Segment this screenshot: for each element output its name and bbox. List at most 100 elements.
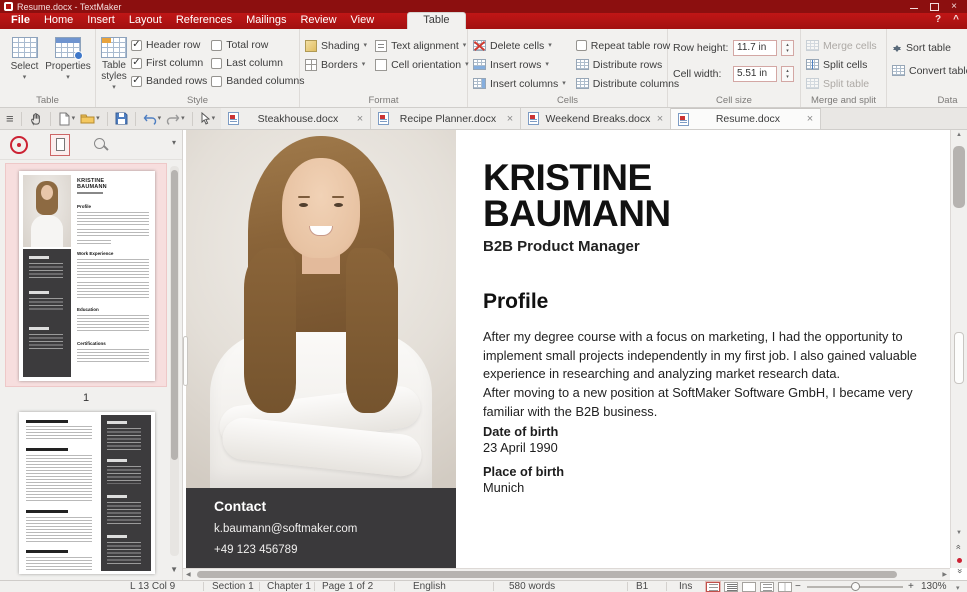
tab-table-context[interactable]: Table	[407, 12, 465, 29]
spin-down-icon[interactable]: ▾	[786, 74, 789, 80]
menu-references[interactable]: References	[169, 13, 239, 29]
view-book-icon[interactable]	[778, 582, 792, 592]
checkbox[interactable]: ✓	[131, 76, 142, 87]
language-indicator[interactable]: English	[413, 581, 446, 592]
open-document-button[interactable]: ▾	[80, 112, 100, 125]
close-tab-icon[interactable]: ×	[507, 113, 513, 125]
scroll-down-icon[interactable]: ▼	[951, 530, 967, 536]
zoom-level[interactable]: 130%	[921, 581, 947, 592]
cursor-position[interactable]: L 13 Col 9	[130, 581, 175, 592]
spin-down-icon[interactable]: ▾	[786, 48, 789, 54]
checkbox[interactable]: ✓	[211, 58, 222, 69]
close-tab-icon[interactable]: ×	[357, 113, 363, 125]
insert-rows-button[interactable]: Insert rows ▾	[473, 57, 566, 72]
menu-layout[interactable]: Layout	[122, 13, 169, 29]
zoom-in-button[interactable]: +	[908, 581, 914, 592]
pan-hand-button[interactable]	[29, 112, 43, 126]
select-button[interactable]: Select ▾	[5, 34, 44, 80]
page-indicator[interactable]: Page 1 of 2	[322, 581, 373, 592]
tab-resume[interactable]: Resume.docx ×	[671, 108, 821, 129]
view-master-icon[interactable]	[760, 582, 774, 592]
total-row-checkbox[interactable]: ✓ Total row	[211, 36, 304, 54]
cell-width-stepper[interactable]: ▴ ▾	[781, 66, 794, 82]
select-mode-button[interactable]: ▾	[200, 112, 216, 125]
first-column-checkbox[interactable]: ✓ First column	[131, 54, 207, 72]
shading-button[interactable]: Shading ▾	[305, 38, 367, 53]
close-window-button[interactable]: ×	[949, 2, 959, 11]
table-styles-button[interactable]: Table styles ▾	[101, 34, 127, 90]
sidebar-scrollbar-thumb[interactable]	[171, 170, 178, 460]
document-canvas[interactable]: Contact k.baumann@softmaker.com +49 123 …	[183, 130, 967, 580]
row-height-input[interactable]	[733, 40, 777, 56]
vertical-scrollbar-thumb[interactable]	[953, 146, 965, 208]
tab-steakhouse[interactable]: Steakhouse.docx ×	[221, 108, 371, 129]
next-page-icon[interactable]: «	[954, 563, 964, 579]
vertical-scrollbar[interactable]: ▲ ▼ « «	[950, 130, 967, 568]
zoom-options-dropdown[interactable]: ▾	[956, 583, 960, 592]
insert-mode-indicator[interactable]: Ins	[679, 581, 692, 592]
menu-file[interactable]: File	[4, 13, 37, 29]
zoom-slider-handle[interactable]	[851, 582, 860, 591]
cell-width-input[interactable]	[733, 66, 777, 82]
tab-weekend-breaks[interactable]: Weekend Breaks.docx ×	[521, 108, 671, 129]
last-column-checkbox[interactable]: ✓ Last column	[211, 54, 304, 72]
section-indicator[interactable]: Section 1	[212, 581, 254, 592]
scroll-right-icon[interactable]: ▶	[942, 571, 947, 578]
text-alignment-button[interactable]: Text alignment ▾	[375, 38, 469, 53]
close-tab-icon[interactable]: ×	[657, 113, 663, 125]
zoom-out-button[interactable]: −	[795, 581, 801, 592]
sidebar-menu-button[interactable]: ≡	[6, 112, 14, 126]
scroll-up-icon[interactable]: ▲	[951, 132, 967, 138]
insert-columns-button[interactable]: Insert columns ▾	[473, 76, 566, 91]
navigator-icon[interactable]	[10, 136, 28, 154]
checkbox[interactable]: ✓	[131, 58, 142, 69]
close-tab-icon[interactable]: ×	[807, 113, 813, 125]
menu-view[interactable]: View	[344, 13, 382, 29]
sidebar-scrollbar[interactable]	[170, 166, 179, 556]
repeat-table-row-checkbox[interactable]: ✓ Repeat table row	[576, 38, 679, 53]
cell-orientation-button[interactable]: Cell orientation ▾	[375, 57, 469, 72]
help-button[interactable]: ?	[935, 14, 941, 25]
chevron-down-icon[interactable]: ▾	[158, 116, 162, 121]
page-thumbnails-icon[interactable]	[50, 134, 70, 156]
chevron-down-icon[interactable]: ▾	[212, 116, 216, 121]
page-1-thumbnail[interactable]: KRISTINE BAUMANN Profile Work Experience…	[5, 163, 167, 387]
menu-insert[interactable]: Insert	[80, 13, 122, 29]
horizontal-scrollbar[interactable]: ◀ ▶	[183, 568, 950, 580]
maximize-button[interactable]	[929, 2, 939, 11]
sidebar-splitter-handle[interactable]	[183, 336, 188, 386]
chevron-down-icon[interactable]: ▾	[181, 116, 185, 121]
sidebar-options-dropdown[interactable]: ▾	[172, 138, 176, 147]
word-count[interactable]: 580 words	[509, 581, 555, 592]
redo-button[interactable]: ▾	[166, 113, 185, 125]
checkbox[interactable]: ✓	[131, 40, 142, 51]
checkbox[interactable]: ✓	[211, 76, 222, 87]
horizontal-scrollbar-thumb[interactable]	[197, 571, 897, 578]
cell-reference[interactable]: B1	[636, 581, 648, 592]
distribute-rows-button[interactable]: Distribute rows	[576, 57, 679, 72]
view-continuous-icon[interactable]	[724, 582, 738, 592]
properties-button[interactable]: Properties ▾	[46, 34, 90, 80]
search-icon[interactable]	[92, 136, 110, 154]
row-height-stepper[interactable]: ▴ ▾	[781, 40, 794, 56]
page-2-thumbnail[interactable]	[19, 412, 155, 574]
header-row-checkbox[interactable]: ✓ Header row	[131, 36, 207, 54]
tab-recipe-planner[interactable]: Recipe Planner.docx ×	[371, 108, 521, 129]
undo-button[interactable]: ▾	[143, 113, 162, 125]
sidebar-scroll-down-icon[interactable]: ▼	[170, 565, 178, 574]
chevron-down-icon[interactable]: ▾	[72, 116, 76, 121]
banded-columns-checkbox[interactable]: ✓ Banded columns	[211, 72, 304, 90]
menu-review[interactable]: Review	[293, 13, 343, 29]
chevron-down-icon[interactable]: ▾	[96, 116, 100, 121]
banded-rows-checkbox[interactable]: ✓ Banded rows	[131, 72, 207, 90]
new-document-button[interactable]: ▾	[58, 112, 76, 126]
split-cells-button[interactable]: Split cells	[806, 57, 881, 72]
scroll-left-icon[interactable]: ◀	[186, 571, 191, 578]
view-page-icon[interactable]	[742, 582, 756, 592]
delete-cells-button[interactable]: Delete cells ▾	[473, 38, 566, 53]
collapse-ribbon-button[interactable]: ^	[953, 14, 959, 25]
sort-table-button[interactable]: Sort table	[892, 40, 967, 55]
menu-home[interactable]: Home	[37, 13, 80, 29]
distribute-columns-button[interactable]: Distribute columns	[576, 76, 679, 91]
borders-button[interactable]: Borders ▾	[305, 57, 367, 72]
